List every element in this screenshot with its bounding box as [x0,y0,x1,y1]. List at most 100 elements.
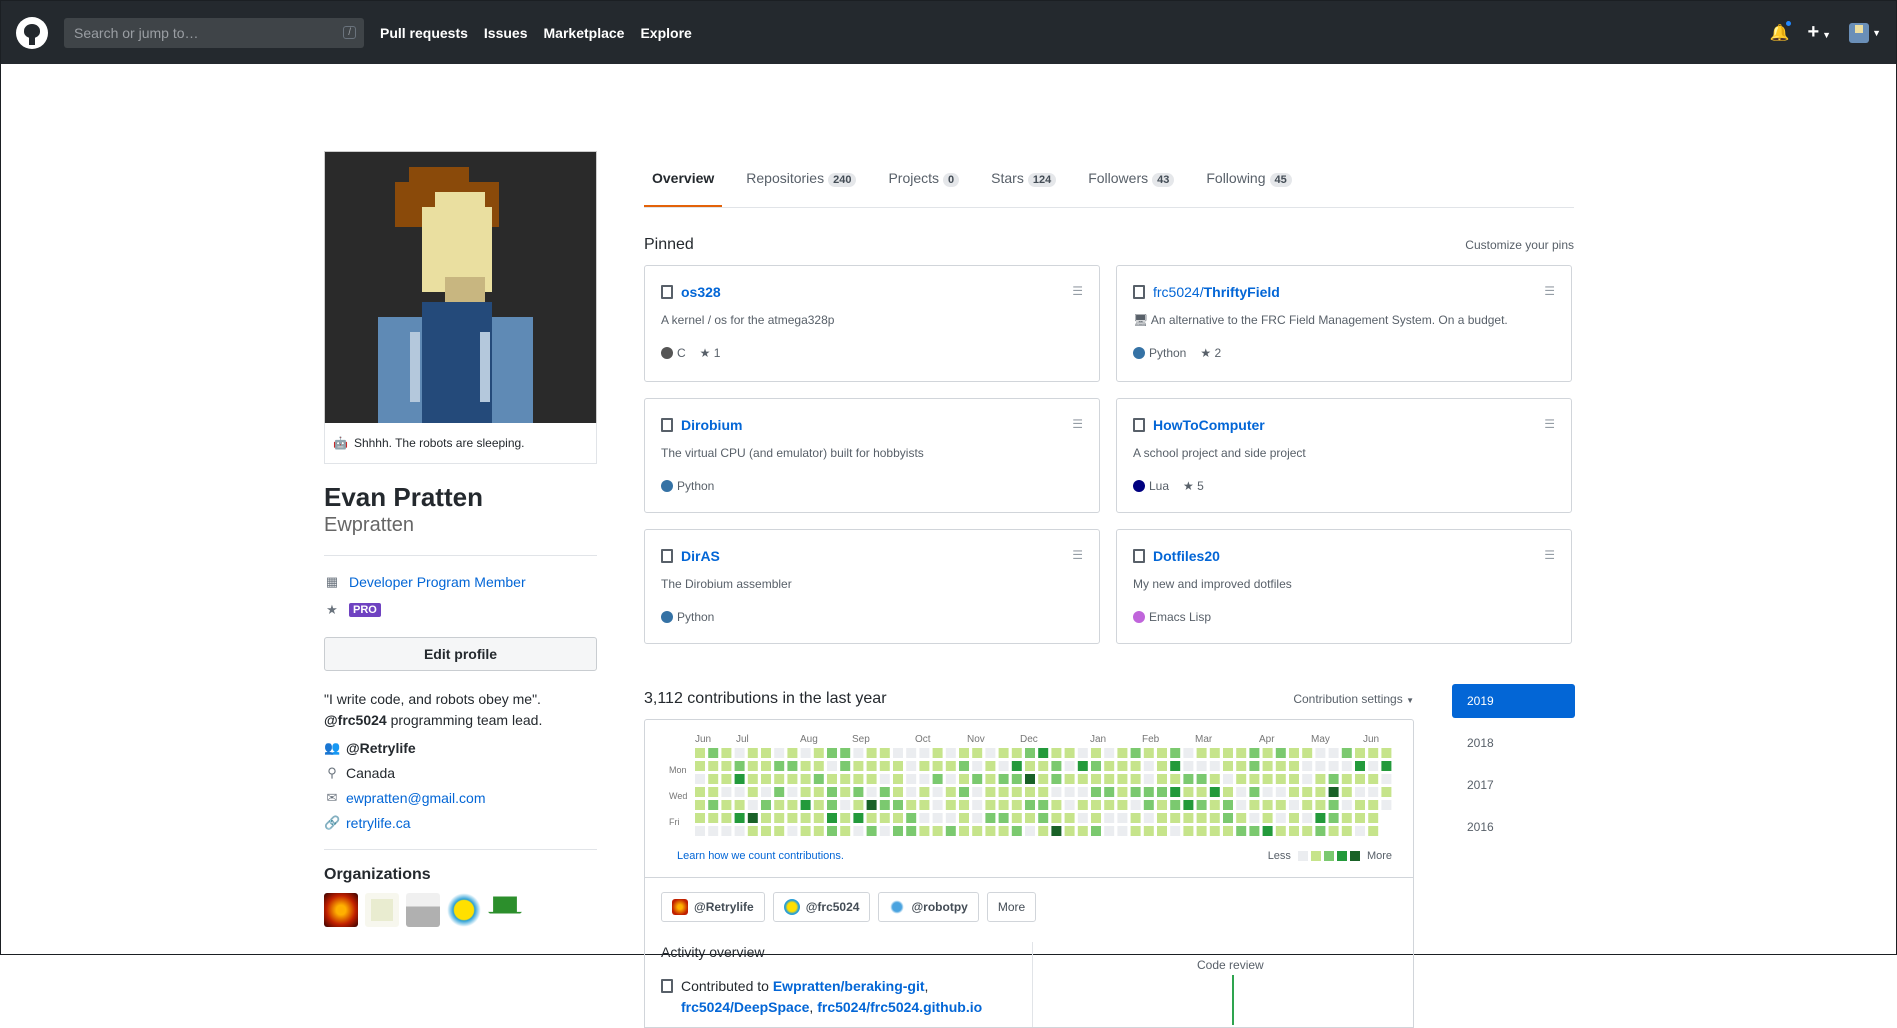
drag-handle-icon[interactable]: ☰ [1544,417,1555,431]
contribution-day[interactable] [1117,800,1128,810]
drag-handle-icon[interactable]: ☰ [1072,548,1083,562]
contribution-day[interactable] [1051,774,1062,784]
contribution-day[interactable] [959,800,969,810]
contribution-day[interactable] [1051,761,1062,771]
contribution-day[interactable] [1249,774,1260,784]
contribution-day[interactable] [972,800,983,810]
contribution-day[interactable] [853,761,864,771]
contribution-day[interactable] [827,761,837,771]
contribution-day[interactable] [1011,774,1022,784]
contribution-day[interactable] [1011,826,1022,836]
notifications-bell-icon[interactable]: 🔔 [1770,18,1794,43]
contribution-day[interactable] [932,826,943,836]
contribution-day[interactable] [708,774,719,784]
contribution-day[interactable] [1315,800,1326,810]
contribution-day[interactable] [1170,800,1181,810]
contribution-day[interactable] [1077,748,1088,758]
contribution-day[interactable] [761,787,771,797]
repo-stars[interactable]: ★ 1 [700,346,721,360]
contribution-day[interactable] [959,748,969,758]
contribution-day[interactable] [1249,748,1260,758]
contribution-day[interactable] [695,787,705,797]
contribution-day[interactable] [1302,826,1313,836]
contribution-day[interactable] [1025,787,1035,797]
contribution-day[interactable] [761,748,771,758]
contribution-day[interactable] [761,761,771,771]
contribution-day[interactable] [695,761,705,771]
contribution-day[interactable] [1117,813,1128,823]
repo-link[interactable]: frc5024/ThriftyField [1153,284,1280,300]
org-avatar-2[interactable] [365,893,399,928]
search-input[interactable] [72,23,322,42]
contribution-day[interactable] [708,787,719,797]
contributed-repo-link[interactable]: Ewpratten/beraking-git [773,978,925,994]
contribution-day[interactable] [906,748,917,758]
contribution-day[interactable] [1051,787,1062,797]
contribution-day[interactable] [1143,748,1154,758]
more-orgs-button[interactable]: More [986,892,1037,922]
contribution-day[interactable] [879,813,890,823]
contribution-day[interactable] [747,761,758,771]
contributed-repo-link[interactable]: frc5024/frc5024.github.io [817,999,982,1015]
contribution-day[interactable] [1223,813,1233,823]
contribution-day[interactable] [1038,800,1049,810]
contribution-day[interactable] [1209,800,1220,810]
contribution-day[interactable] [1196,787,1207,797]
contribution-day[interactable] [1130,748,1141,758]
contribution-day[interactable] [1341,813,1352,823]
contribution-day[interactable] [1170,748,1181,758]
contribution-day[interactable] [787,761,798,771]
contribution-day[interactable] [1064,813,1075,823]
contribution-day[interactable] [1223,787,1233,797]
contribution-day[interactable] [1249,813,1260,823]
contribution-day[interactable] [1170,826,1181,836]
contribution-day[interactable] [879,800,890,810]
contribution-day[interactable] [747,800,758,810]
contribution-day[interactable] [1157,748,1167,758]
contribution-day[interactable] [1091,761,1101,771]
contribution-day[interactable] [721,761,732,771]
contribution-day[interactable] [1368,826,1379,836]
repo-link[interactable]: HowToComputer [1153,417,1265,433]
contribution-day[interactable] [1183,774,1194,784]
contribution-day[interactable] [1196,813,1207,823]
contribution-day[interactable] [1038,826,1049,836]
year-2016[interactable]: 2016 [1452,810,1575,844]
contribution-day[interactable] [893,761,903,771]
contribution-day[interactable] [774,774,785,784]
contribution-day[interactable] [1025,748,1035,758]
contribution-day[interactable] [1157,800,1167,810]
contribution-day[interactable] [1236,748,1247,758]
contribution-day[interactable] [1355,800,1365,810]
contribution-day[interactable] [840,774,851,784]
contribution-day[interactable] [1368,800,1379,810]
repo-link[interactable]: os328 [681,284,721,300]
contribution-day[interactable] [800,813,811,823]
contribution-day[interactable] [919,800,930,810]
contribution-day[interactable] [1051,748,1062,758]
contribution-day[interactable] [932,761,943,771]
contribution-day[interactable] [1236,813,1247,823]
contribution-day[interactable] [879,748,890,758]
contribution-day[interactable] [1170,774,1181,784]
contribution-day[interactable] [853,748,864,758]
contribution-day[interactable] [1157,787,1167,797]
contribution-day[interactable] [919,761,930,771]
contribution-day[interactable] [1077,826,1088,836]
nav-pull-requests[interactable]: Pull requests [380,25,468,41]
contribution-day[interactable] [853,787,864,797]
contribution-day[interactable] [747,774,758,784]
contribution-day[interactable] [1289,748,1299,758]
contribution-day[interactable] [695,774,705,784]
contribution-day[interactable] [1236,826,1247,836]
contribution-day[interactable] [747,826,758,836]
repo-stars[interactable]: ★ 5 [1183,479,1204,493]
org-avatar-retrylife[interactable] [324,893,358,928]
contribution-day[interactable] [1236,787,1247,797]
contribution-day[interactable] [1355,826,1365,836]
contribution-day[interactable] [800,748,811,758]
contribution-day[interactable] [1130,774,1141,784]
contribution-day[interactable] [959,787,969,797]
drag-handle-icon[interactable]: ☰ [1544,284,1555,298]
contribution-day[interactable] [1223,826,1233,836]
